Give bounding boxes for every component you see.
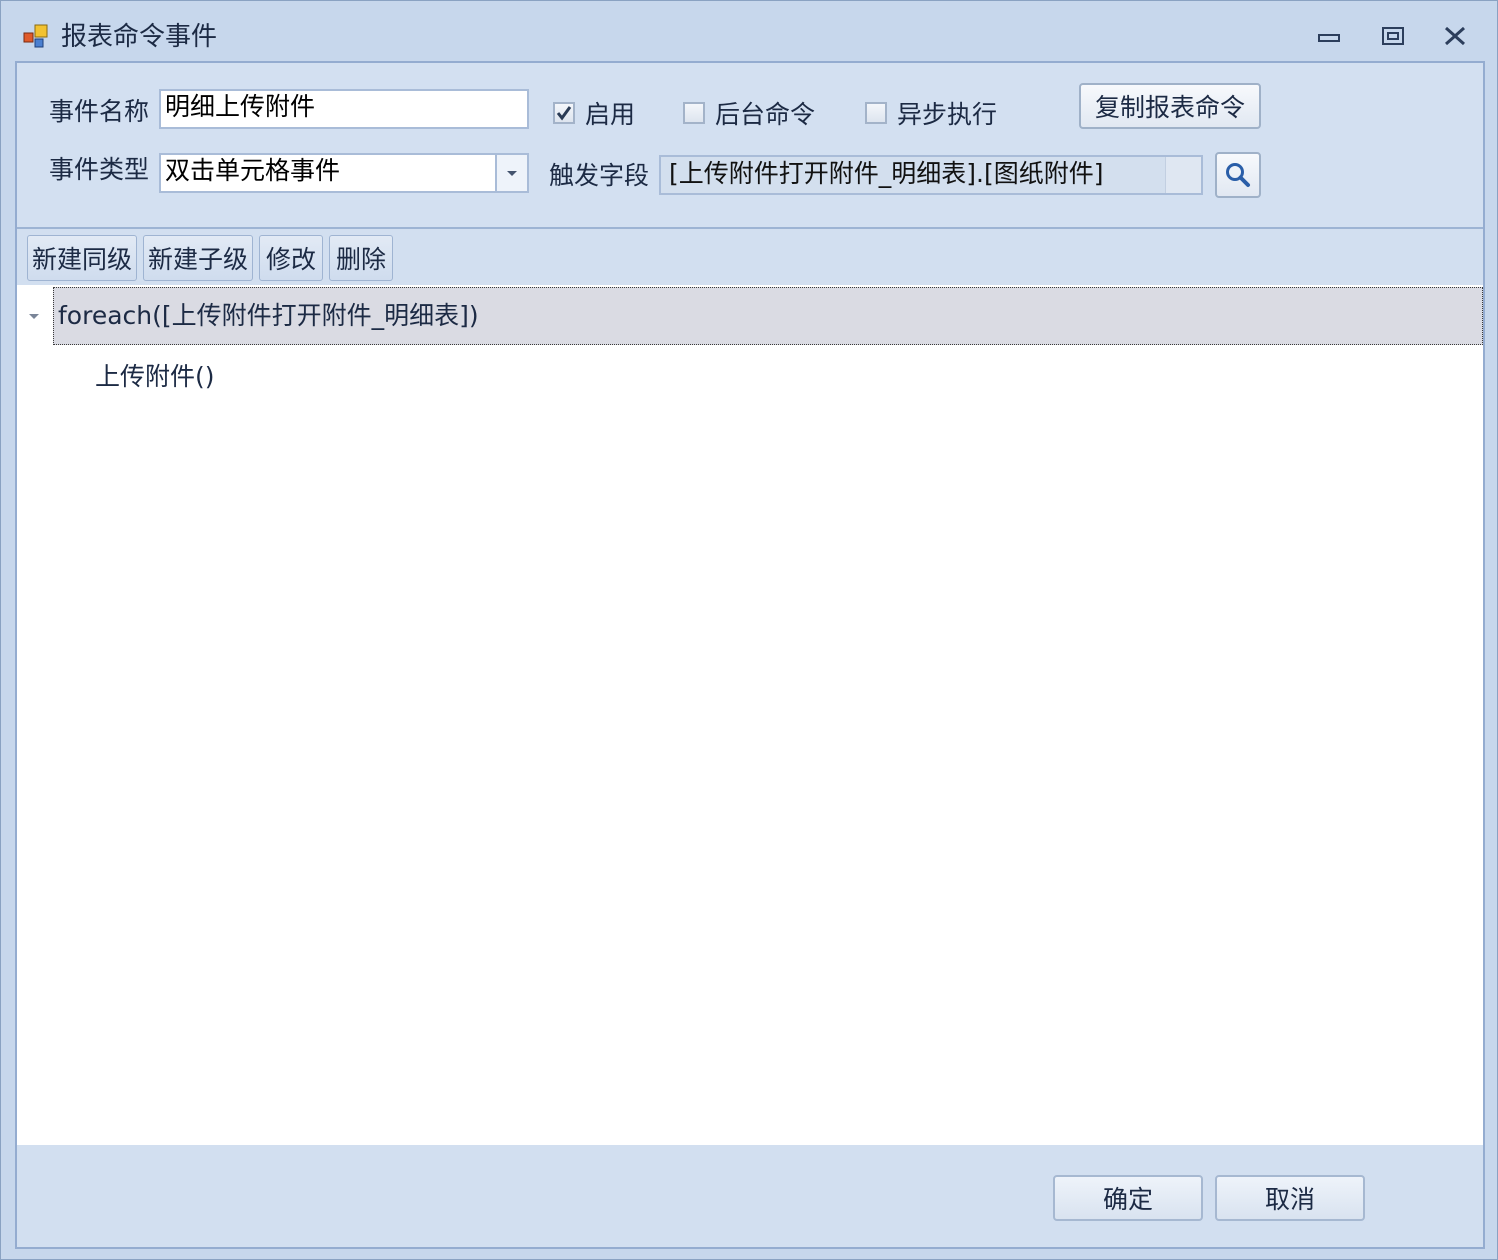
minimize-button[interactable] <box>1311 21 1347 51</box>
modify-button[interactable]: 修改 <box>259 235 323 281</box>
trigger-field-value: [上传附件打开附件_明细表].[图纸附件] <box>669 159 1104 188</box>
settings-panel: 事件名称 明细上传附件 启用 后台命令 异步执行 复制报表命令 事件类型 双击单… <box>17 63 1483 229</box>
tree-toolbar: 新建同级 新建子级 修改 删除 <box>17 229 1483 285</box>
checkbox-box[interactable] <box>553 102 575 124</box>
tree-expander[interactable] <box>27 309 41 323</box>
event-name-label: 事件名称 <box>49 97 150 126</box>
dialog-window: 报表命令事件 事件名称 明细上传附件 启用 后台命令 异步执行 复制报表命令 事… <box>0 0 1498 1260</box>
chevron-down-icon <box>507 171 517 176</box>
window-title: 报表命令事件 <box>61 22 218 52</box>
checkbox-box[interactable] <box>683 102 705 124</box>
new-child-button[interactable]: 新建子级 <box>143 235 253 281</box>
close-button[interactable] <box>1437 21 1473 51</box>
event-type-select[interactable]: 双击单元格事件 <box>159 153 529 193</box>
dropdown-button[interactable] <box>495 155 527 191</box>
maximize-button[interactable] <box>1375 21 1411 51</box>
enable-checkbox[interactable]: 启用 <box>553 95 635 131</box>
dialog-footer: 确定 取消 <box>17 1145 1483 1247</box>
cancel-button[interactable]: 取消 <box>1215 1175 1365 1221</box>
event-name-input[interactable]: 明细上传附件 <box>159 89 529 129</box>
restore-icon <box>1382 27 1404 45</box>
field-edge <box>1165 157 1201 193</box>
event-type-value: 双击单元格事件 <box>165 156 341 185</box>
trigger-field-label: 触发字段 <box>549 161 650 190</box>
checkmark-icon <box>556 106 572 121</box>
async-label: 异步执行 <box>897 100 998 129</box>
minimize-icon <box>1318 34 1340 42</box>
enable-label: 启用 <box>585 100 636 129</box>
search-icon <box>1226 163 1250 187</box>
ok-button[interactable]: 确定 <box>1053 1175 1203 1221</box>
title-bar: 报表命令事件 <box>1 1 1497 61</box>
main-frame: 事件名称 明细上传附件 启用 后台命令 异步执行 复制报表命令 事件类型 双击单… <box>15 61 1485 1249</box>
app-icon <box>23 24 48 48</box>
delete-button[interactable]: 删除 <box>329 235 393 281</box>
event-type-label: 事件类型 <box>49 155 150 184</box>
chevron-down-icon <box>29 314 39 319</box>
checkbox-box[interactable] <box>865 102 887 124</box>
command-tree[interactable]: foreach([上传附件打开附件_明细表]) 上传附件() <box>17 285 1483 1145</box>
trigger-field-input[interactable]: [上传附件打开附件_明细表].[图纸附件] <box>659 155 1203 195</box>
copy-report-command-button[interactable]: 复制报表命令 <box>1079 83 1261 129</box>
tree-node-root[interactable]: foreach([上传附件打开附件_明细表]) <box>53 287 1483 345</box>
search-field-button[interactable] <box>1215 152 1261 198</box>
async-checkbox[interactable]: 异步执行 <box>865 95 997 131</box>
background-command-checkbox[interactable]: 后台命令 <box>683 95 815 131</box>
background-command-label: 后台命令 <box>715 100 816 129</box>
new-sibling-button[interactable]: 新建同级 <box>27 235 137 281</box>
close-icon <box>1445 26 1465 46</box>
tree-node-child[interactable]: 上传附件() <box>95 361 215 393</box>
